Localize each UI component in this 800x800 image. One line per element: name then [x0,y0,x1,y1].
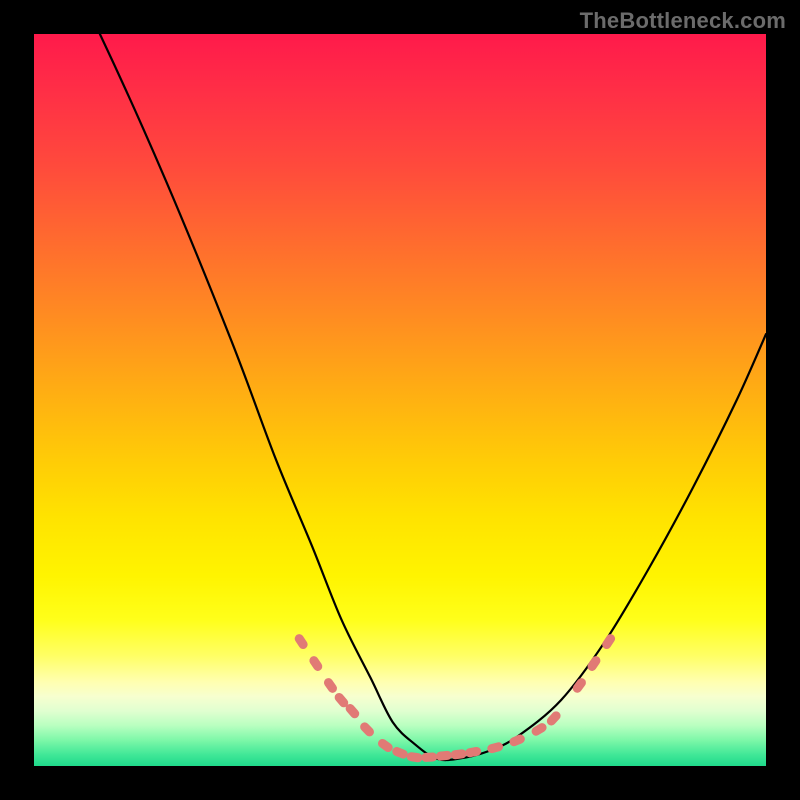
highlight-point [586,654,602,672]
highlight-point [508,733,526,747]
highlight-point [322,676,339,694]
highlight-point [406,752,423,763]
highlight-point [530,721,548,737]
highlight-point [376,737,394,754]
curve-layer [34,34,766,766]
highlight-point [293,632,309,650]
watermark-text: TheBottleneck.com [580,8,786,34]
highlight-point [308,654,324,672]
highlight-point [486,741,504,754]
highlight-point [421,752,437,762]
bottleneck-curve [34,34,766,760]
plot-area [34,34,766,766]
highlighted-points [293,632,617,762]
highlight-point [600,632,616,650]
chart-wrapper: TheBottleneck.com [0,0,800,800]
highlight-point [358,721,376,739]
highlight-point [465,746,482,758]
highlight-point [391,746,409,760]
